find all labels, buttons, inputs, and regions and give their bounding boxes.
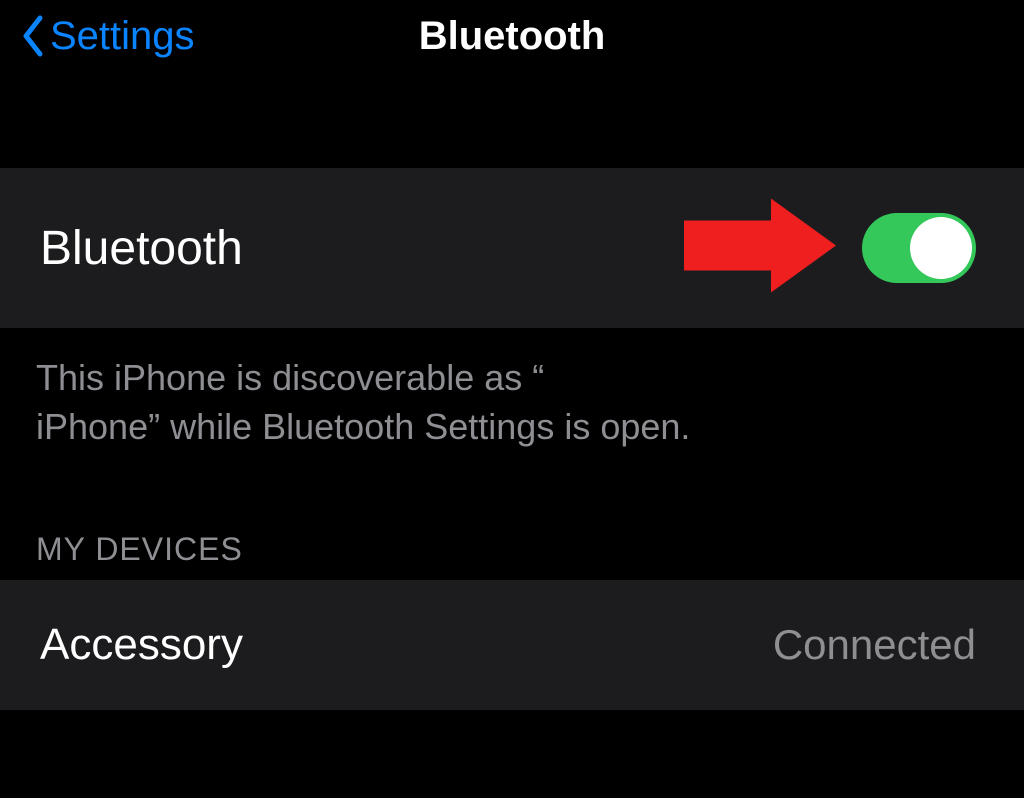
bluetooth-toggle[interactable] bbox=[862, 213, 976, 283]
bluetooth-toggle-row: Bluetooth bbox=[0, 168, 1024, 328]
bluetooth-row-label: Bluetooth bbox=[40, 221, 243, 276]
toggle-knob bbox=[910, 217, 972, 279]
chevron-left-icon bbox=[16, 10, 48, 62]
device-status: Connected bbox=[773, 621, 976, 669]
my-devices-section-header: MY DEVICES bbox=[0, 461, 1024, 580]
device-name: Accessory bbox=[40, 620, 243, 670]
discoverable-caption: This iPhone is discoverable as “ iPhone”… bbox=[0, 328, 1024, 461]
device-row[interactable]: Accessory Connected bbox=[0, 580, 1024, 710]
discoverable-line-1: This iPhone is discoverable as “ bbox=[36, 357, 544, 398]
page-title: Bluetooth bbox=[419, 14, 606, 59]
toggle-wrap bbox=[862, 213, 976, 283]
back-button[interactable]: Settings bbox=[16, 10, 195, 62]
discoverable-line-2: iPhone” while Bluetooth Settings is open… bbox=[36, 406, 690, 447]
nav-header: Settings Bluetooth bbox=[0, 0, 1024, 72]
annotation-arrow-icon bbox=[676, 191, 846, 306]
spacer bbox=[0, 72, 1024, 168]
back-label: Settings bbox=[50, 14, 195, 59]
